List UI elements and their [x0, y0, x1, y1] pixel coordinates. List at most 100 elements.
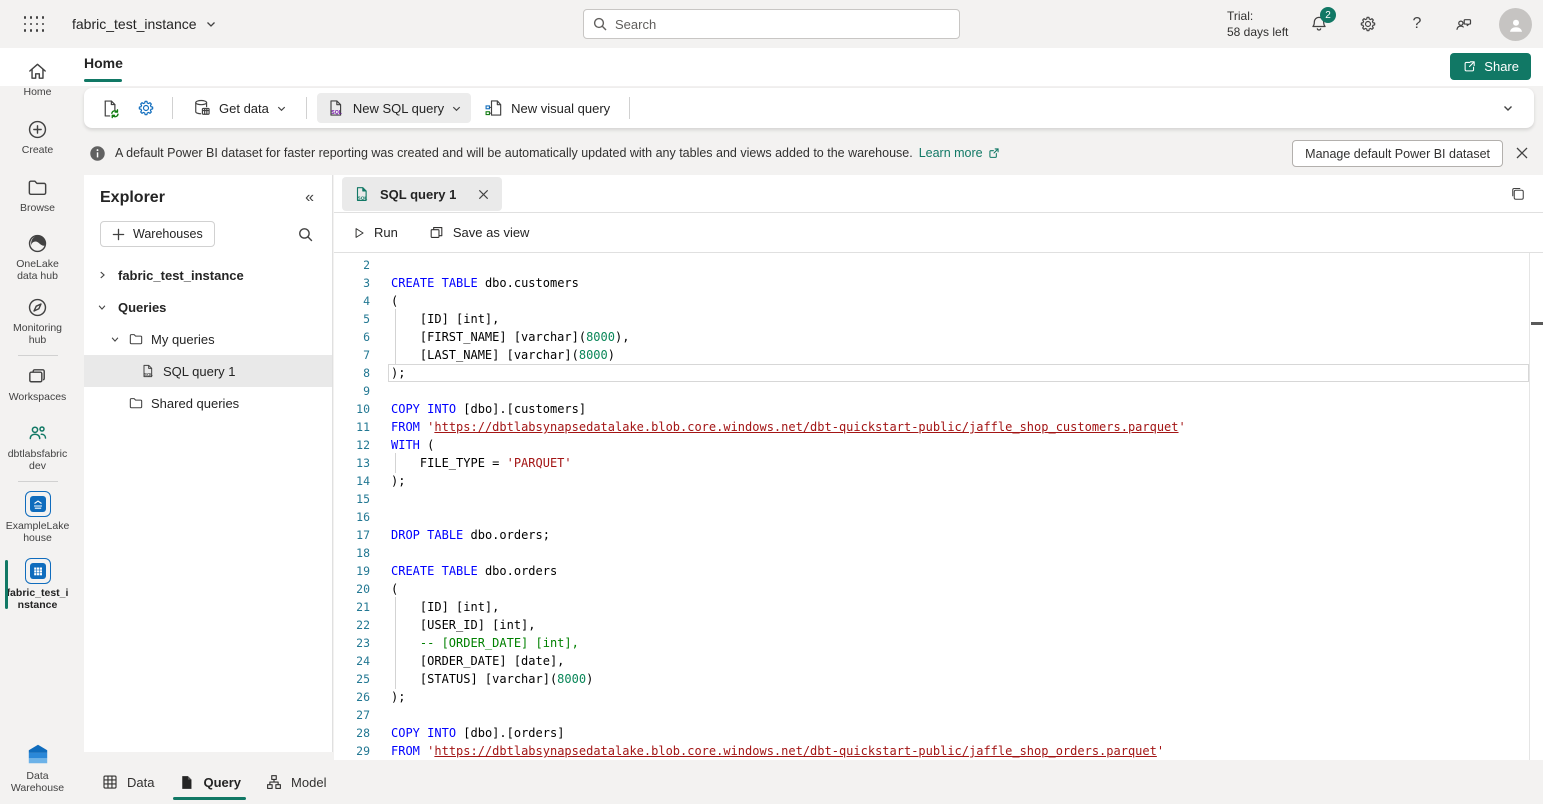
refresh-dataset-button[interactable] — [94, 93, 126, 123]
line-number: 13 — [334, 454, 370, 472]
new-sql-query-button[interactable]: SQL New SQL query — [317, 93, 471, 123]
share-button[interactable]: Share — [1450, 53, 1531, 80]
code-line-3[interactable]: 3CREATE TABLE dbo.customers — [334, 274, 1543, 292]
search-input[interactable] — [615, 17, 951, 32]
nav-workspaces[interactable]: Workspaces — [0, 365, 75, 403]
sql-code-editor[interactable]: 23CREATE TABLE dbo.customers4(5 [ID] [in… — [334, 253, 1543, 760]
nav-home[interactable]: Home — [0, 60, 75, 98]
explorer-search-icon[interactable] — [297, 226, 314, 243]
tree-item-shared-queries[interactable]: Shared queries — [84, 387, 332, 419]
help-button[interactable]: ? — [1406, 13, 1428, 35]
nav-onelake-data-hub[interactable]: OneLake data hub — [0, 232, 75, 282]
settings-button[interactable] — [1357, 13, 1379, 35]
explorer-panel: Explorer « Warehouses fabric_test_instan… — [84, 175, 333, 752]
tree-item-sql-query-1[interactable]: SQL SQL query 1 — [84, 355, 332, 387]
close-icon — [1515, 146, 1529, 160]
manage-default-dataset-button[interactable]: Manage default Power BI dataset — [1292, 140, 1503, 167]
code-line-14[interactable]: 14); — [334, 472, 1543, 490]
data-warehouse-icon — [25, 741, 51, 767]
nav-create[interactable]: Create — [0, 118, 75, 156]
nav-item-fabric-test-instance[interactable]: fabric_test_instance — [0, 558, 75, 611]
close-tab-icon[interactable] — [475, 186, 491, 202]
code-line-10[interactable]: 10COPY INTO [dbo].[customers] — [334, 400, 1543, 418]
code-line-22[interactable]: 22 [USER_ID] [int], — [334, 616, 1543, 634]
code-line-29[interactable]: 29FROM 'https://dbtlabsynapsedatalake.bl… — [334, 742, 1543, 760]
line-number: 2 — [334, 256, 370, 274]
code-line-12[interactable]: 12WITH ( — [334, 436, 1543, 454]
global-search[interactable] — [583, 9, 960, 39]
get-data-button[interactable]: Get data — [183, 93, 296, 123]
notifications-button[interactable]: 2 — [1308, 13, 1330, 35]
toolbar-divider — [172, 97, 173, 119]
nav-workspace-dbtlabsfabricdev[interactable]: dbtlabsfabricdev — [0, 421, 75, 472]
nav-browse[interactable]: Browse — [0, 176, 75, 214]
workspace-people-icon — [26, 421, 50, 445]
code-line-26[interactable]: 26); — [334, 688, 1543, 706]
chevron-right-icon — [96, 270, 108, 280]
code-line-21[interactable]: 21 [ID] [int], — [334, 598, 1543, 616]
learn-more-link[interactable]: Learn more — [919, 146, 1001, 160]
help-icon: ? — [1413, 15, 1422, 33]
code-line-27[interactable]: 27 — [334, 706, 1543, 724]
svg-text:SQL: SQL — [144, 372, 153, 377]
svg-text:SQL: SQL — [358, 195, 368, 201]
code-line-6[interactable]: 6 [FIRST_NAME] [varchar](8000), — [334, 328, 1543, 346]
app-launcher-icon[interactable] — [22, 14, 46, 34]
save-as-view-button[interactable]: Save as view — [428, 224, 530, 241]
code-line-5[interactable]: 5 [ID] [int], — [334, 310, 1543, 328]
code-line-16[interactable]: 16 — [334, 508, 1543, 526]
code-line-13[interactable]: 13 FILE_TYPE = 'PARQUET' — [334, 454, 1543, 472]
dataset-info-banner: A default Power BI dataset for faster re… — [84, 132, 1543, 174]
view-tab-query[interactable]: Query — [173, 760, 246, 804]
banner-close-button[interactable] — [1513, 144, 1531, 162]
collapse-explorer-icon[interactable]: « — [305, 189, 314, 207]
code-line-24[interactable]: 24 [ORDER_DATE] [date], — [334, 652, 1543, 670]
line-number: 8 — [334, 364, 370, 382]
chevron-down-icon — [96, 302, 108, 312]
add-warehouses-button[interactable]: Warehouses — [100, 221, 215, 247]
code-line-8[interactable]: 8); — [334, 364, 1543, 382]
code-line-28[interactable]: 28COPY INTO [dbo].[orders] — [334, 724, 1543, 742]
tab-sql-query-1[interactable]: SQL SQL query 1 — [342, 177, 502, 211]
tree-item-my-queries[interactable]: My queries — [84, 323, 332, 355]
nav-data-warehouse-context[interactable]: Data Warehouse — [0, 741, 75, 794]
banner-message: A default Power BI dataset for faster re… — [115, 146, 913, 160]
line-number: 23 — [334, 634, 370, 652]
tree-item-queries[interactable]: Queries — [84, 291, 332, 323]
code-line-15[interactable]: 15 — [334, 490, 1543, 508]
copy-button[interactable] — [1508, 184, 1528, 204]
account-avatar[interactable] — [1499, 8, 1532, 41]
view-tab-data[interactable]: Data — [96, 760, 159, 804]
sql-file-icon: SQL — [140, 363, 156, 379]
view-tab-model[interactable]: Model — [260, 760, 331, 804]
code-line-11[interactable]: 11FROM 'https://dbtlabsynapsedatalake.bl… — [334, 418, 1543, 436]
code-line-25[interactable]: 25 [STATUS] [varchar](8000) — [334, 670, 1543, 688]
code-line-7[interactable]: 7 [LAST_NAME] [varchar](8000) — [334, 346, 1543, 364]
menu-tab-row: Home Share — [0, 48, 1543, 86]
warehouse-settings-button[interactable] — [130, 93, 162, 123]
search-icon — [592, 16, 608, 32]
code-line-19[interactable]: 19CREATE TABLE dbo.orders — [334, 562, 1543, 580]
nav-monitoring-hub[interactable]: Monitoring hub — [0, 296, 75, 346]
code-line-4[interactable]: 4( — [334, 292, 1543, 310]
run-button[interactable]: Run — [352, 225, 398, 240]
code-line-20[interactable]: 20( — [334, 580, 1543, 598]
tab-home[interactable]: Home — [84, 55, 123, 71]
folder-icon — [128, 331, 144, 347]
line-number: 29 — [334, 742, 370, 760]
line-number: 20 — [334, 580, 370, 598]
tree-item-warehouse[interactable]: fabric_test_instance — [84, 259, 332, 291]
line-number: 10 — [334, 400, 370, 418]
code-line-9[interactable]: 9 — [334, 382, 1543, 400]
feedback-button[interactable] — [1452, 13, 1474, 35]
workspace-switcher[interactable]: fabric_test_instance — [72, 0, 217, 48]
new-visual-query-button[interactable]: New visual query — [475, 93, 619, 123]
code-line-17[interactable]: 17DROP TABLE dbo.orders; — [334, 526, 1543, 544]
code-line-2[interactable]: 2 — [334, 256, 1543, 274]
code-line-23[interactable]: 23 -- [ORDER_DATE] [int], — [334, 634, 1543, 652]
code-line-18[interactable]: 18 — [334, 544, 1543, 562]
collapse-ribbon-button[interactable] — [1492, 93, 1524, 123]
rail-divider — [18, 481, 58, 482]
nav-item-examplelakehouse[interactable]: ExampleLakehouse — [0, 491, 75, 544]
line-number: 24 — [334, 652, 370, 670]
